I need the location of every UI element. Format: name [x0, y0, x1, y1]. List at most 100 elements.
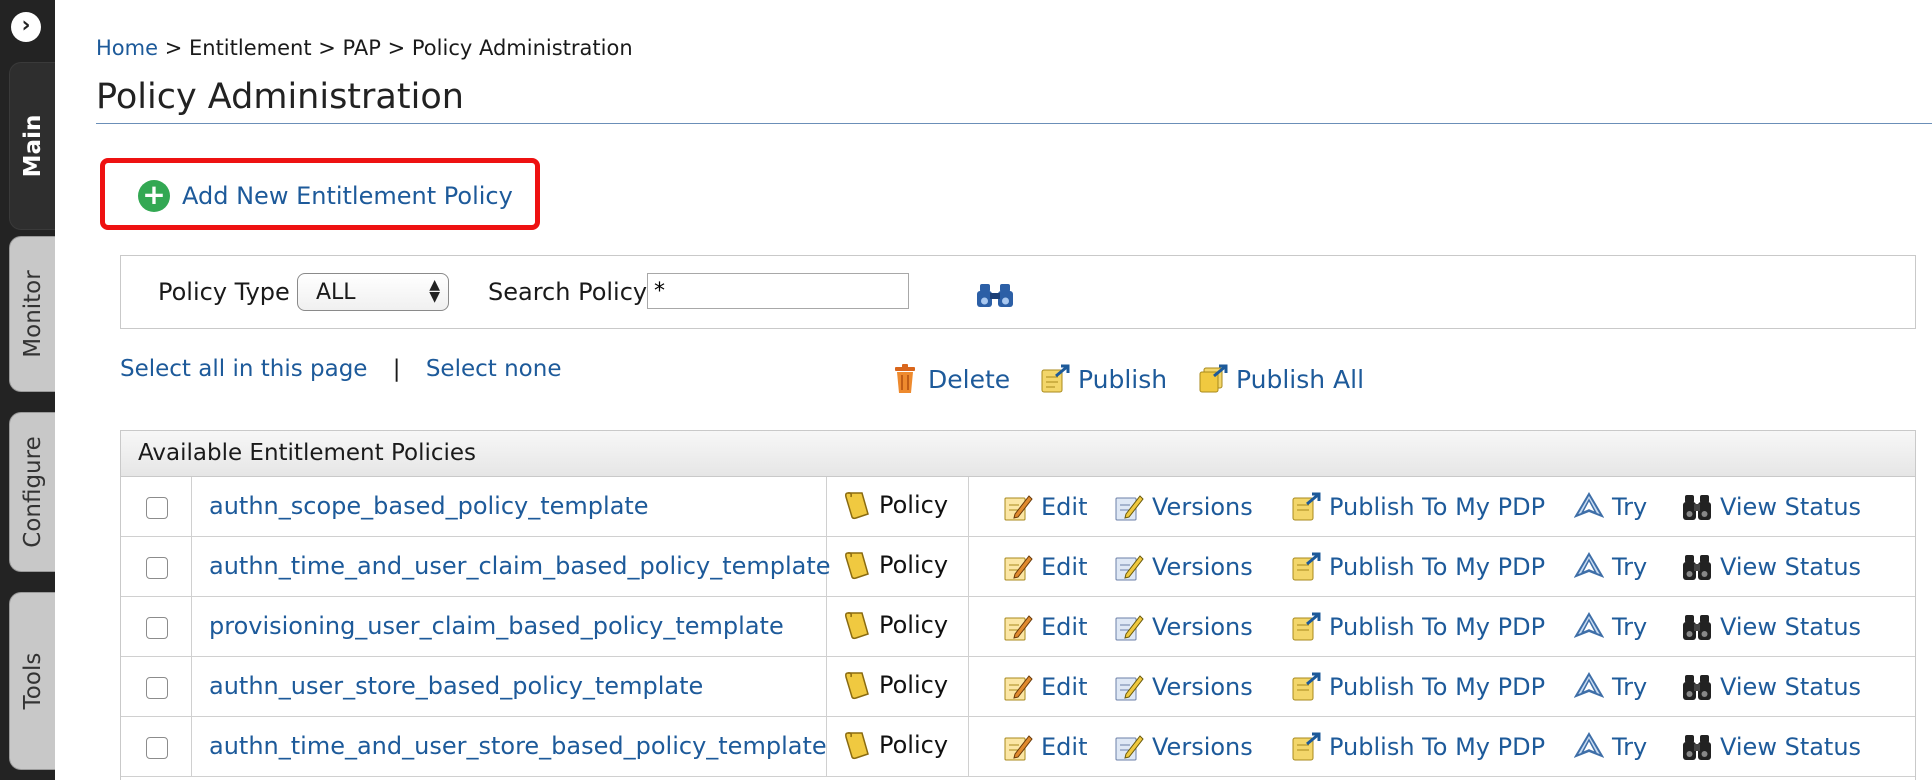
try-action[interactable]: Try: [1574, 672, 1647, 702]
policy-name-link[interactable]: authn_scope_based_policy_template: [209, 492, 649, 520]
search-panel: Policy Type ALL ▲ ▼ Search Policy: [120, 255, 1916, 329]
side-tab-strip: › Main Monitor Configure Tools: [0, 0, 55, 780]
try-icon: [1574, 612, 1604, 638]
add-policy-link[interactable]: + Add New Entitlement Policy: [138, 180, 513, 212]
row-checkbox[interactable]: [146, 617, 168, 639]
publish-to-pdp-label: Publish To My PDP: [1329, 493, 1546, 521]
policy-type-label: Policy Type: [158, 278, 290, 306]
binoculars-icon[interactable]: [977, 282, 1013, 308]
select-none-link[interactable]: Select none: [426, 356, 562, 382]
row-checkbox[interactable]: [146, 497, 168, 519]
row-checkbox[interactable]: [146, 677, 168, 699]
trash-icon: [895, 364, 915, 393]
breadcrumb-pap: PAP: [342, 36, 381, 60]
publish-to-pdp-label: Publish To My PDP: [1329, 553, 1546, 581]
publish-all-button[interactable]: Publish All: [1198, 364, 1364, 394]
title-divider: [96, 123, 1932, 124]
view-status-action[interactable]: View Status: [1682, 672, 1861, 702]
selection-links: Select all in this page | Select none: [120, 356, 561, 382]
tab-tools[interactable]: Tools: [9, 592, 55, 770]
edit-icon: [1004, 555, 1033, 581]
publish-to-pdp-action[interactable]: Publish To My PDP: [1291, 552, 1545, 582]
tab-monitor[interactable]: Monitor: [9, 236, 55, 392]
edit-action[interactable]: Edit: [1003, 612, 1087, 642]
try-action[interactable]: Try: [1574, 552, 1647, 582]
policy-name-link[interactable]: authn_time_and_user_claim_based_policy_t…: [209, 552, 831, 580]
publish-button[interactable]: Publish: [1040, 364, 1167, 394]
tab-configure[interactable]: Configure: [9, 412, 55, 572]
page-title: Policy Administration: [96, 77, 464, 117]
scroll-icon: [845, 492, 869, 520]
view-status-label: View Status: [1720, 493, 1862, 521]
view-status-action[interactable]: View Status: [1682, 492, 1861, 522]
binoculars-icon: [1683, 615, 1711, 640]
tab-main-label: Main: [19, 114, 46, 178]
publish-to-pdp-label: Publish To My PDP: [1329, 733, 1546, 761]
edit-action[interactable]: Edit: [1003, 552, 1087, 582]
versions-icon: [1115, 675, 1144, 701]
chevron-right-icon[interactable]: ›: [11, 12, 41, 42]
policy-table: Available Entitlement Policies authn_sco…: [120, 430, 1916, 780]
policy-type-select[interactable]: ALL ▲ ▼: [297, 273, 449, 311]
publish-all-label: Publish All: [1236, 364, 1365, 394]
edit-label: Edit: [1041, 613, 1088, 641]
edit-action[interactable]: Edit: [1003, 732, 1087, 762]
try-label: Try: [1612, 493, 1648, 521]
policy-type-cell: Policy: [843, 730, 948, 760]
try-icon: [1574, 492, 1604, 518]
tab-main[interactable]: Main: [9, 62, 55, 230]
table-row: authn_time_and_user_store_based_policy_t…: [121, 717, 1915, 777]
column-divider: [191, 597, 192, 656]
edit-label: Edit: [1041, 493, 1088, 521]
tab-tools-label: Tools: [19, 652, 46, 710]
column-divider: [826, 477, 827, 536]
try-action[interactable]: Try: [1574, 492, 1647, 522]
versions-label: Versions: [1152, 613, 1253, 641]
delete-button[interactable]: Delete: [890, 364, 1010, 394]
publish-to-pdp-action[interactable]: Publish To My PDP: [1291, 492, 1545, 522]
row-checkbox[interactable]: [146, 557, 168, 579]
binoculars-icon: [1683, 495, 1711, 520]
publish-to-pdp-label: Publish To My PDP: [1329, 613, 1546, 641]
try-action[interactable]: Try: [1574, 612, 1647, 642]
versions-icon: [1115, 495, 1144, 521]
select-all-link[interactable]: Select all in this page: [120, 356, 367, 382]
table-row: authn_scope_based_policy_template Policy…: [121, 477, 1915, 537]
try-action[interactable]: Try: [1574, 732, 1647, 762]
policy-type-label: Policy: [879, 671, 949, 699]
view-status-action[interactable]: View Status: [1682, 732, 1861, 762]
policy-name-link[interactable]: provisioning_user_claim_based_policy_tem…: [209, 612, 784, 640]
try-label: Try: [1612, 673, 1648, 701]
publish-icon: [1292, 612, 1321, 641]
versions-label: Versions: [1152, 673, 1253, 701]
versions-action[interactable]: Versions: [1114, 492, 1253, 522]
versions-action[interactable]: Versions: [1114, 552, 1253, 582]
search-policy-input[interactable]: [647, 273, 909, 309]
publish-to-pdp-action[interactable]: Publish To My PDP: [1291, 612, 1545, 642]
publish-to-pdp-action[interactable]: Publish To My PDP: [1291, 732, 1545, 762]
edit-icon: [1004, 615, 1033, 641]
row-checkbox[interactable]: [146, 737, 168, 759]
publish-to-pdp-action[interactable]: Publish To My PDP: [1291, 672, 1545, 702]
breadcrumb-home-link[interactable]: Home: [96, 36, 158, 60]
try-icon: [1574, 552, 1604, 578]
policy-name-link[interactable]: authn_time_and_user_store_based_policy_t…: [209, 732, 827, 760]
versions-action[interactable]: Versions: [1114, 612, 1253, 642]
versions-action[interactable]: Versions: [1114, 672, 1253, 702]
column-divider: [968, 477, 969, 536]
versions-icon: [1115, 555, 1144, 581]
selection-separator: |: [392, 356, 401, 382]
edit-action[interactable]: Edit: [1003, 492, 1087, 522]
publish-all-icon: [1199, 364, 1228, 393]
policy-name-link[interactable]: authn_user_store_based_policy_template: [209, 672, 703, 700]
edit-action[interactable]: Edit: [1003, 672, 1087, 702]
view-status-label: View Status: [1720, 553, 1862, 581]
column-divider: [968, 537, 969, 596]
add-circle-icon: +: [138, 180, 170, 212]
breadcrumb-current: Policy Administration: [411, 36, 633, 60]
view-status-action[interactable]: View Status: [1682, 612, 1861, 642]
tab-configure-label: Configure: [19, 436, 46, 548]
breadcrumb-separator: >: [318, 36, 336, 60]
view-status-action[interactable]: View Status: [1682, 552, 1861, 582]
versions-action[interactable]: Versions: [1114, 732, 1253, 762]
